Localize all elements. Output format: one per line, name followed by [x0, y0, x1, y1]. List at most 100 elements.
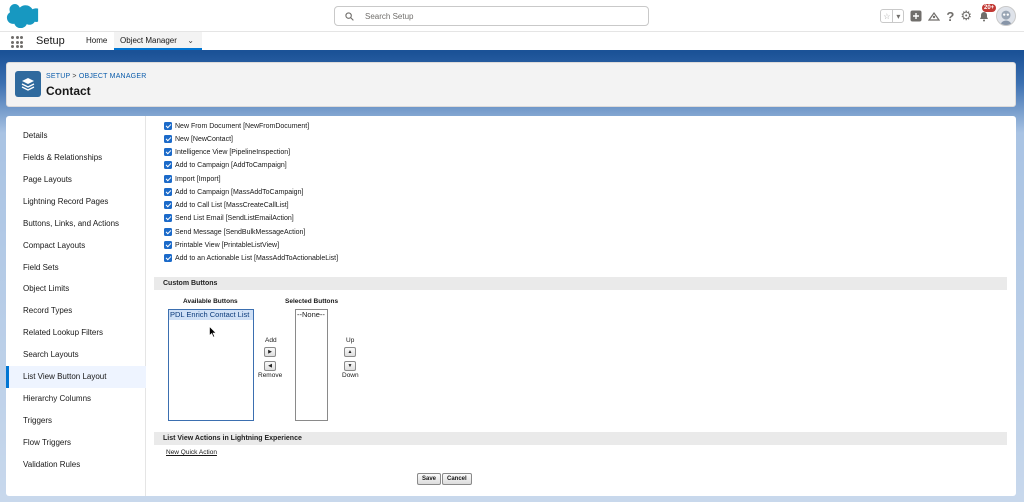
- cancel-button[interactable]: Cancel: [442, 473, 472, 485]
- checkbox[interactable]: [164, 254, 172, 262]
- chevron-down-icon[interactable]: ▾: [892, 10, 903, 22]
- new-quick-action-link[interactable]: New Quick Action: [166, 449, 217, 456]
- checkbox[interactable]: [164, 201, 172, 209]
- checkbox-row[interactable]: Add to Campaign [AddToCampaign]: [164, 159, 287, 171]
- tab-home[interactable]: Home: [80, 32, 113, 50]
- checkbox-row[interactable]: Send List Email [SendListEmailAction]: [164, 212, 294, 224]
- notifications-icon[interactable]: 20+: [978, 4, 997, 22]
- context-nav-bar: Setup Home Object Manager ⌄: [0, 32, 1024, 53]
- mouse-cursor-icon: [209, 326, 217, 338]
- checkbox-label: New [NewContact]: [175, 135, 233, 143]
- layers-icon: [15, 71, 41, 97]
- checkbox[interactable]: [164, 241, 172, 249]
- sidebar-item-validation-rules[interactable]: Validation Rules: [6, 454, 146, 476]
- sidebar-item-flow-triggers[interactable]: Flow Triggers: [6, 432, 146, 454]
- content-area: New From Document [NewFromDocument] New …: [154, 116, 1016, 496]
- checkbox[interactable]: [164, 135, 172, 143]
- checkbox[interactable]: [164, 122, 172, 130]
- sidebar-item-hierarchy-columns[interactable]: Hierarchy Columns: [6, 388, 146, 410]
- sidebar-item-record-types[interactable]: Record Types: [6, 300, 146, 322]
- move-up-button[interactable]: ▲: [344, 347, 356, 357]
- sidebar-item-list-view-button-layout[interactable]: List View Button Layout: [6, 366, 146, 388]
- arrow-left-icon: ◀: [268, 363, 272, 369]
- checkbox[interactable]: [164, 175, 172, 183]
- lightning-actions-header: List View Actions in Lightning Experienc…: [154, 432, 1007, 445]
- list-option[interactable]: PDL Enrich Contact List: [169, 310, 253, 320]
- checkbox-label: Send Message [SendBulkMessageAction]: [175, 228, 306, 236]
- sidebar-item-details[interactable]: Details: [6, 125, 146, 147]
- checkbox-row[interactable]: Intelligence View [PipelineInspection]: [164, 146, 290, 158]
- checkbox-row[interactable]: Add to an Actionable List [MassAddToActi…: [164, 252, 338, 264]
- sidebar-item-page-layouts[interactable]: Page Layouts: [6, 169, 146, 191]
- main-card: Details Fields & Relationships Page Layo…: [6, 116, 1016, 496]
- add-label: Add: [265, 337, 277, 344]
- list-option[interactable]: --None--: [296, 310, 327, 320]
- sidebar-item-compact-layouts[interactable]: Compact Layouts: [6, 235, 146, 257]
- add-button[interactable]: ▶: [264, 347, 276, 357]
- search-input[interactable]: [365, 10, 635, 23]
- arrow-up-icon: ▲: [347, 349, 353, 355]
- checkbox-label: Send List Email [SendListEmailAction]: [175, 214, 294, 222]
- notification-badge: 20+: [982, 4, 997, 12]
- sidebar-item-object-limits[interactable]: Object Limits: [6, 278, 146, 300]
- checkbox-label: Add to Campaign [AddToCampaign]: [175, 161, 287, 169]
- sidebar-item-lightning-record-pages[interactable]: Lightning Record Pages: [6, 191, 146, 213]
- breadcrumb-separator: >: [72, 73, 77, 80]
- checkbox-row[interactable]: Add to Campaign [MassAddToCampaign]: [164, 186, 303, 198]
- down-label: Down: [342, 372, 359, 379]
- selected-buttons-list[interactable]: --None--: [295, 309, 328, 421]
- breadcrumb-setup[interactable]: SETUP: [46, 73, 70, 80]
- page-title: Contact: [46, 84, 91, 98]
- checkbox[interactable]: [164, 188, 172, 196]
- add-icon[interactable]: [910, 10, 922, 22]
- checkbox-row[interactable]: Add to Call List [MassCreateCallList]: [164, 199, 289, 211]
- sidebar-item-fields-relationships[interactable]: Fields & Relationships: [6, 147, 146, 169]
- checkbox-row[interactable]: Printable View [PrintableListView]: [164, 239, 279, 251]
- checkbox-row[interactable]: New [NewContact]: [164, 133, 233, 145]
- app-launcher-icon[interactable]: [11, 36, 23, 48]
- search-icon: [345, 12, 354, 21]
- search-box[interactable]: [334, 6, 649, 26]
- selected-buttons-label: Selected Buttons: [285, 298, 339, 305]
- user-avatar[interactable]: [996, 6, 1016, 26]
- checkbox[interactable]: [164, 161, 172, 169]
- checkbox-row[interactable]: Send Message [SendBulkMessageAction]: [164, 226, 305, 238]
- checkbox-label: Add to Call List [MassCreateCallList]: [175, 201, 289, 209]
- help-icon[interactable]: ?: [946, 9, 954, 24]
- checkbox-label: Add to Campaign [MassAddToCampaign]: [175, 188, 304, 196]
- remove-label: Remove: [258, 372, 283, 379]
- sidebar-item-search-layouts[interactable]: Search Layouts: [6, 344, 146, 366]
- checkbox-row[interactable]: Import [Import]: [164, 173, 221, 185]
- checkbox-label: Printable View [PrintableListView]: [175, 241, 280, 249]
- remove-button[interactable]: ◀: [264, 361, 276, 371]
- breadcrumb: SETUP > OBJECT MANAGER: [46, 73, 146, 80]
- available-buttons-label: Available Buttons: [183, 298, 238, 305]
- global-header: ☆ ▾ ? ⚙ 20+: [0, 0, 1024, 32]
- checkbox-label: Intelligence View [PipelineInspection]: [175, 148, 291, 156]
- checkbox-label: New From Document [NewFromDocument]: [175, 122, 310, 130]
- custom-buttons-header: Custom Buttons: [154, 277, 1007, 290]
- sidebar-item-field-sets[interactable]: Field Sets: [6, 257, 146, 279]
- sidebar-item-buttons-links-actions[interactable]: Buttons, Links, and Actions: [6, 213, 146, 235]
- checkbox[interactable]: [164, 228, 172, 236]
- checkbox[interactable]: [164, 148, 172, 156]
- gear-icon[interactable]: ⚙: [960, 8, 972, 24]
- tab-object-manager-label: Object Manager: [120, 36, 177, 45]
- save-button[interactable]: Save: [417, 473, 442, 485]
- favorites-group[interactable]: ☆ ▾: [880, 9, 905, 23]
- trailhead-icon[interactable]: [928, 10, 941, 22]
- checkbox-row[interactable]: New From Document [NewFromDocument]: [164, 120, 309, 132]
- tab-object-manager[interactable]: Object Manager ⌄: [114, 32, 202, 50]
- sidebar: Details Fields & Relationships Page Layo…: [6, 116, 146, 496]
- move-down-button[interactable]: ▼: [344, 361, 356, 371]
- salesforce-logo[interactable]: [6, 4, 40, 28]
- up-label: Up: [346, 337, 355, 344]
- sidebar-item-triggers[interactable]: Triggers: [6, 410, 146, 432]
- star-icon[interactable]: ☆: [881, 10, 892, 22]
- chevron-down-icon[interactable]: ⌄: [187, 32, 194, 50]
- arrow-right-icon: ▶: [268, 349, 272, 355]
- breadcrumb-object-manager[interactable]: OBJECT MANAGER: [79, 73, 147, 80]
- sidebar-item-related-lookup-filters[interactable]: Related Lookup Filters: [6, 322, 146, 344]
- checkbox[interactable]: [164, 214, 172, 222]
- checkbox-label: Import [Import]: [175, 175, 221, 183]
